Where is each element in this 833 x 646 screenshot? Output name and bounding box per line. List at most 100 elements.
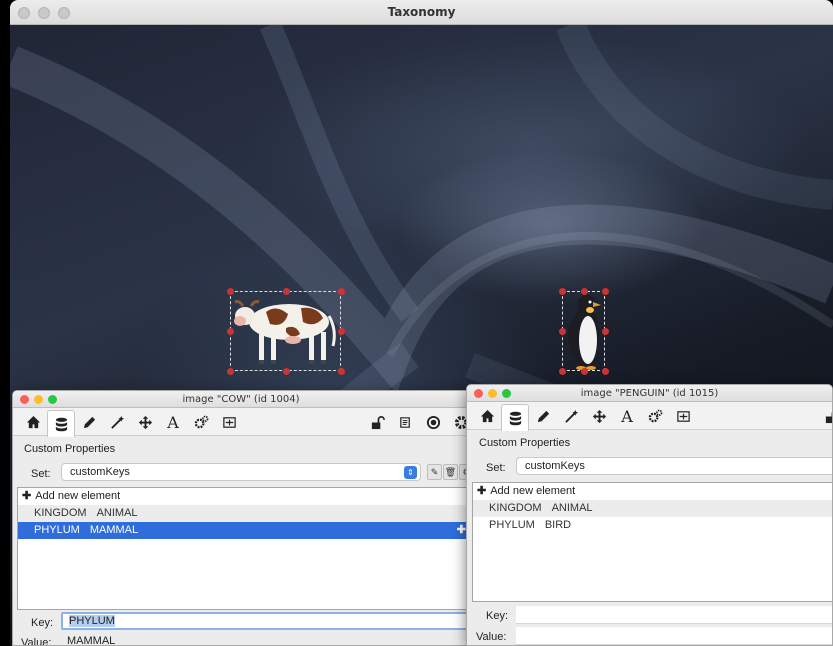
home-icon[interactable] (473, 404, 501, 428)
add-element-label: Add new element (35, 490, 121, 502)
resize-handle[interactable] (559, 328, 566, 335)
table-row[interactable]: KINGDOM ANIMAL (18, 505, 469, 522)
resize-handle[interactable] (581, 368, 588, 375)
section-title: Custom Properties (24, 443, 116, 455)
zoom-button[interactable] (48, 395, 57, 404)
gears-icon[interactable] (641, 404, 669, 428)
resize-handle[interactable] (602, 288, 609, 295)
main-titlebar: Taxonomy (10, 0, 833, 25)
plus-icon: ✚ (22, 490, 32, 502)
set-select[interactable]: customKeys (516, 457, 832, 475)
resize-handle[interactable] (559, 288, 566, 295)
minimize-button[interactable] (488, 389, 497, 398)
resize-handle[interactable] (227, 368, 234, 375)
minimize-button[interactable] (34, 395, 43, 404)
add-element-row[interactable]: ✚ Add new element (18, 488, 469, 505)
add-child-icon[interactable]: ✚ (457, 522, 466, 539)
key-field[interactable]: PHYLUM (61, 612, 469, 630)
row-key: KINGDOM (489, 502, 542, 514)
inspector-title: image "COW" (id 1004) (182, 394, 300, 405)
value-field-value: MAMMAL (67, 635, 116, 646)
resize-icon[interactable] (669, 404, 697, 428)
minimize-button[interactable] (38, 7, 50, 19)
set-select-value: customKeys (70, 466, 130, 478)
row-key: KINGDOM (34, 507, 87, 519)
cow-image[interactable] (231, 292, 342, 372)
magic-wand-icon[interactable] (103, 410, 131, 434)
home-icon[interactable] (19, 410, 47, 434)
script-icon[interactable] (391, 410, 419, 434)
row-value: BIRD (544, 519, 572, 531)
table-row[interactable]: PHYLUM MAMMAL ✚ (18, 522, 469, 539)
set-buttons: ✎ 🗑 ⚙ (427, 464, 469, 482)
window-controls (18, 7, 70, 19)
resize-handle[interactable] (602, 328, 609, 335)
penguin-image[interactable] (563, 292, 606, 372)
set-label: Set: (486, 462, 506, 474)
close-button[interactable] (18, 7, 30, 19)
key-label: Key: (31, 617, 54, 629)
database-icon[interactable] (47, 410, 75, 437)
pencil-icon[interactable] (529, 404, 557, 428)
lock-icon[interactable] (817, 404, 832, 428)
move-icon[interactable] (585, 404, 613, 428)
value-label: Value: (476, 631, 507, 643)
window-controls (474, 389, 511, 398)
magic-wand-icon[interactable] (557, 404, 585, 428)
edit-set-button[interactable]: ✎ (427, 464, 442, 480)
row-value: MAMMAL (89, 524, 139, 536)
close-button[interactable] (474, 389, 483, 398)
inspector-toolbar: A (13, 408, 469, 437)
inspector-title: image "PENGUIN" (id 1015) (580, 388, 719, 399)
select-stepper-icon: ⇕ (404, 466, 417, 479)
add-element-label: Add new element (490, 485, 576, 497)
properties-list: ✚ Add new element KINGDOM ANIMAL PHYLUM BIR… (472, 482, 832, 602)
close-button[interactable] (20, 395, 29, 404)
resize-handle[interactable] (581, 288, 588, 295)
set-select[interactable]: customKeys ⇕ (61, 463, 421, 481)
table-row[interactable]: PHYLUM BIRD (473, 517, 832, 534)
cow-selection[interactable] (227, 288, 345, 375)
delete-set-button[interactable]: 🗑 (443, 464, 458, 480)
section-title: Custom Properties (479, 437, 571, 449)
key-field-value: PHYLUM (69, 615, 115, 627)
lock-icon[interactable] (363, 410, 391, 434)
pencil-icon[interactable] (75, 410, 103, 434)
resize-icon[interactable] (215, 410, 243, 434)
cow-inspector: image "COW" (id 1004) A Custom Propertie… (12, 390, 470, 646)
text-icon[interactable]: A (613, 404, 641, 428)
resize-handle[interactable] (338, 288, 345, 295)
resize-handle[interactable] (227, 288, 234, 295)
resize-handle[interactable] (227, 328, 234, 335)
add-element-row[interactable]: ✚ Add new element (473, 483, 832, 500)
text-icon[interactable]: A (159, 410, 187, 434)
value-field[interactable] (516, 627, 832, 645)
row-key: PHYLUM (34, 524, 80, 536)
plus-icon: ✚ (477, 485, 487, 497)
resize-handle[interactable] (338, 328, 345, 335)
target-icon[interactable] (419, 410, 447, 434)
penguin-selection[interactable] (559, 288, 609, 375)
database-icon[interactable] (501, 404, 529, 431)
resize-handle[interactable] (283, 288, 290, 295)
zoom-button[interactable] (502, 389, 511, 398)
resize-handle[interactable] (338, 368, 345, 375)
resize-handle[interactable] (602, 368, 609, 375)
value-field[interactable]: MAMMAL (61, 633, 469, 646)
inspector-toolbar: A (467, 402, 832, 431)
key-label: Key: (486, 610, 509, 622)
gears-icon[interactable] (187, 410, 215, 434)
properties-list: ✚ Add new element KINGDOM ANIMAL PHYLUM MAM… (17, 487, 469, 610)
resize-handle[interactable] (283, 368, 290, 375)
inspector-titlebar: image "PENGUIN" (id 1015) (467, 385, 832, 402)
key-field[interactable] (516, 606, 832, 624)
row-value: ANIMAL (96, 507, 138, 519)
window-title: Taxonomy (387, 5, 456, 19)
penguin-inspector: image "PENGUIN" (id 1015) A Custom Prope… (466, 384, 833, 646)
zoom-button[interactable] (58, 7, 70, 19)
table-row[interactable]: KINGDOM ANIMAL (473, 500, 832, 517)
resize-handle[interactable] (559, 368, 566, 375)
row-value: ANIMAL (551, 502, 593, 514)
move-icon[interactable] (131, 410, 159, 434)
set-label: Set: (31, 468, 51, 480)
